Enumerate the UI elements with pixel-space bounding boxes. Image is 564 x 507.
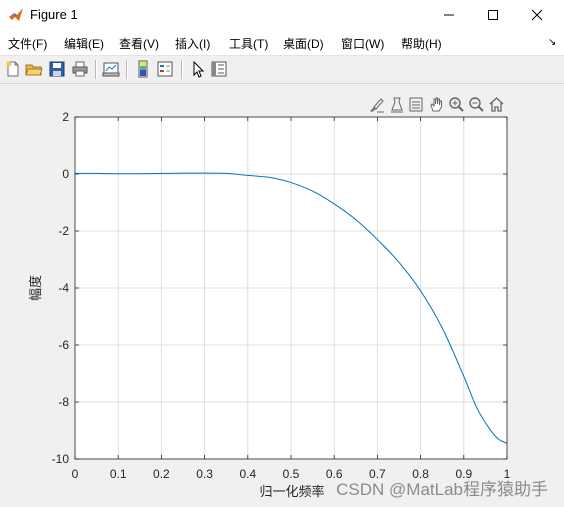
y-tick-label: -10 [52, 452, 70, 466]
x-tick-label: 0.5 [283, 467, 300, 481]
x-tick-label: 0.4 [239, 467, 256, 481]
x-tick-label: 0.8 [412, 467, 429, 481]
x-tick-label: 0.2 [153, 467, 170, 481]
plot-area: 0 0.1 0.2 0.3 0.4 0.5 0.6 0.7 0.8 0.9 1 2 0 -2 -4 -6 -8… [28, 110, 548, 499]
x-tick-label: 0.6 [326, 467, 343, 481]
x-tick-label: 0.7 [369, 467, 386, 481]
y-tick-label: -4 [58, 281, 69, 295]
y-axis-label: 幅度 [28, 275, 43, 301]
x-tick-label: 1 [504, 467, 511, 481]
watermark: CSDN @MatLab程序猿助手 [336, 480, 548, 499]
y-tick-label: -6 [58, 338, 69, 352]
y-tick-label: 2 [62, 110, 69, 124]
x-tick-label: 0.1 [110, 467, 127, 481]
x-tick-label: 0.9 [455, 467, 472, 481]
x-axis-label: 归一化频率 [259, 484, 324, 499]
y-tick-label: 0 [62, 167, 69, 181]
y-tick-label: -2 [58, 224, 69, 238]
x-tick-labels: 0 0.1 0.2 0.3 0.4 0.5 0.6 0.7 0.8 0.9 1 [72, 467, 511, 481]
y-tick-labels: 2 0 -2 -4 -6 -8 -10 [52, 110, 70, 466]
y-tick-label: -8 [58, 395, 69, 409]
x-tick-label: 0 [72, 467, 79, 481]
x-tick-label: 0.3 [196, 467, 213, 481]
